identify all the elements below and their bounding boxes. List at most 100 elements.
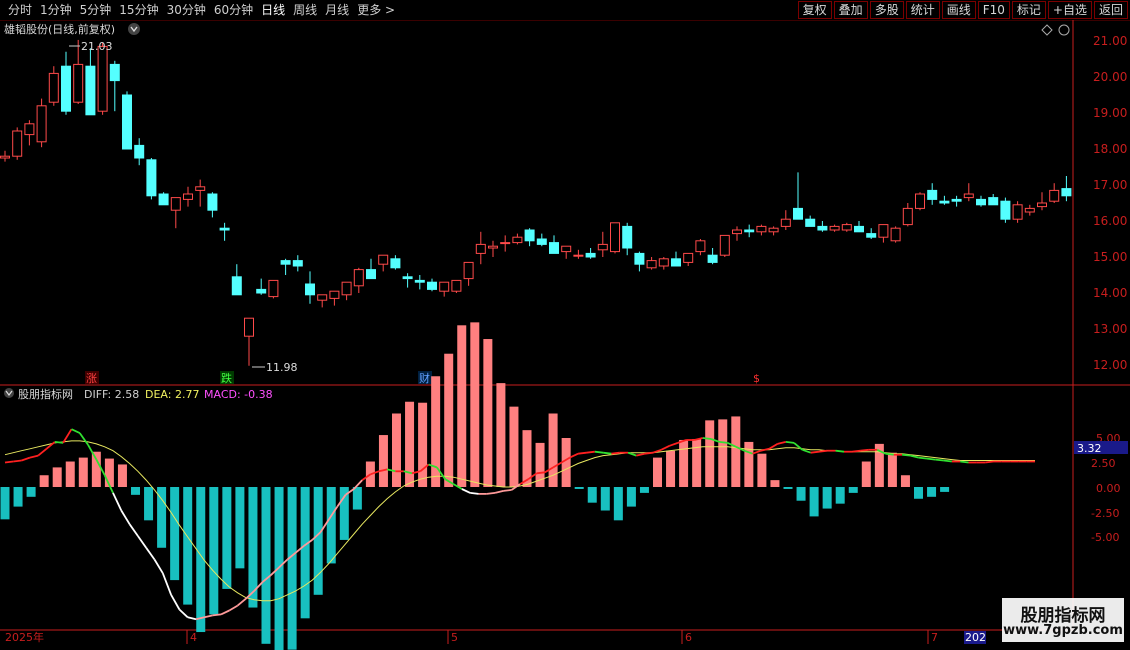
chevron-down-icon[interactable] xyxy=(128,23,140,35)
macd-bar xyxy=(927,487,937,497)
event-marker-fall[interactable]: 跌 xyxy=(220,371,234,385)
diff-line-segment xyxy=(835,449,845,453)
candle-body xyxy=(451,279,462,292)
diff-line-segment xyxy=(669,442,679,447)
macd-bar xyxy=(339,487,349,540)
tab-15min[interactable]: 15分钟 xyxy=(115,2,162,18)
diff-line-segment xyxy=(137,535,147,549)
f10-button[interactable]: F10 xyxy=(977,1,1010,19)
candle-body xyxy=(134,144,145,159)
diff-line-segment xyxy=(470,492,479,495)
tab-5min[interactable]: 5分钟 xyxy=(76,2,116,18)
candle-body xyxy=(292,260,303,267)
diff-line-segment xyxy=(128,523,139,537)
diff-line-segment xyxy=(594,450,604,454)
macd-bar xyxy=(783,487,793,489)
candle-body xyxy=(634,252,645,265)
macd-bar xyxy=(914,487,923,499)
macd-bar xyxy=(91,451,101,487)
multi-stock-button[interactable]: 多股 xyxy=(869,1,904,19)
diff-line-segment xyxy=(536,471,546,475)
event-marker-finance[interactable]: 财 xyxy=(418,371,432,385)
macd-bar xyxy=(809,487,819,517)
macd-bar xyxy=(65,461,75,487)
tab-more[interactable]: 更多 > xyxy=(353,2,399,18)
candle-body xyxy=(219,227,230,231)
price-tick: 13.00 xyxy=(1093,322,1127,336)
macd-bar xyxy=(718,419,728,487)
candle-body xyxy=(97,45,108,112)
macd-bar xyxy=(600,487,610,511)
time-tick: 5 xyxy=(451,631,458,644)
candle-body xyxy=(622,225,633,249)
draw-line-button[interactable]: 画线 xyxy=(941,1,976,19)
price-axis: 21.00 20.00 19.00 18.00 17.00 16.00 15.0… xyxy=(1093,34,1127,372)
candle-body xyxy=(1049,189,1060,202)
chevron-right-icon: > xyxy=(385,3,396,17)
overlay-button[interactable]: 叠加 xyxy=(833,1,868,19)
macd-bar xyxy=(13,487,23,507)
candle-body xyxy=(85,65,96,116)
macd-bar xyxy=(822,487,832,509)
candle-body xyxy=(683,252,694,263)
macd-bar xyxy=(117,464,127,487)
event-marker-rise[interactable]: 涨 xyxy=(85,371,99,385)
diff-line-segment xyxy=(719,441,728,444)
candle-body xyxy=(183,193,193,200)
back-button[interactable]: 返回 xyxy=(1093,1,1128,19)
candle-body xyxy=(585,252,596,258)
right-buttons: 复权 叠加 多股 统计 画线 F10 标记 +自选 返回 xyxy=(796,1,1128,19)
candle-body xyxy=(195,186,206,191)
candle-body xyxy=(512,236,523,244)
candle-body xyxy=(463,261,474,280)
macd-label: MACD: -0.38 xyxy=(204,388,273,401)
diff-line-segment xyxy=(486,492,496,495)
tab-1min[interactable]: 1分钟 xyxy=(36,2,76,18)
time-tick: 4 xyxy=(190,631,197,644)
macd-bar xyxy=(157,487,167,548)
macd-bar xyxy=(300,487,310,619)
diff-line-segment xyxy=(702,437,712,440)
candle-body xyxy=(244,317,254,337)
macd-bar xyxy=(418,402,428,487)
diff-line-segment xyxy=(37,448,48,457)
diff-line-segment xyxy=(4,460,14,464)
candle-body xyxy=(366,269,376,280)
event-marker-dollar[interactable]: $ xyxy=(753,372,760,385)
current-value-tag: 3.32 xyxy=(1074,441,1128,455)
macd-bar xyxy=(0,487,10,520)
tab-fenshi[interactable]: 分时 xyxy=(4,2,36,18)
statistics-button[interactable]: 统计 xyxy=(905,1,940,19)
diamond-icon[interactable] xyxy=(1041,24,1053,36)
macd-bar xyxy=(26,487,36,497)
diff-line-segment xyxy=(71,428,81,434)
tab-30min[interactable]: 30分钟 xyxy=(163,2,210,18)
collapse-icon[interactable] xyxy=(1058,24,1070,36)
toolbar: 分时 1分钟 5分钟 15分钟 30分钟 60分钟 日线 周线 月线 更多 > … xyxy=(0,0,1130,21)
diff-line-segment xyxy=(960,460,969,464)
diff-line-segment xyxy=(760,447,770,452)
candle-body xyxy=(1037,202,1047,208)
tab-monthly[interactable]: 月线 xyxy=(321,2,353,18)
candle-body xyxy=(475,243,486,254)
restore-rights-button[interactable]: 复权 xyxy=(797,1,832,19)
tab-daily[interactable]: 日线 xyxy=(257,2,289,18)
mark-button[interactable]: 标记 xyxy=(1011,1,1046,19)
macd-bar xyxy=(457,325,467,487)
kline-chart[interactable]: 雄韬股份(日线,前复权) 21.00 20.00 19.00 18.00 17.… xyxy=(0,20,1130,650)
add-watchlist-button[interactable]: +自选 xyxy=(1047,1,1092,19)
macd-bar xyxy=(861,461,871,487)
macd-histogram xyxy=(0,322,950,650)
macd-bar xyxy=(392,413,401,487)
high-label: 21.03 xyxy=(81,40,113,53)
macd-bar xyxy=(209,487,219,615)
indicator-name: 股朋指标网 xyxy=(18,387,73,401)
tab-60min[interactable]: 60分钟 xyxy=(210,2,257,18)
macd-bar xyxy=(835,487,845,504)
indicator-collapse-icon[interactable] xyxy=(4,388,14,398)
indicator-tick: -2.50 xyxy=(1091,507,1119,520)
candle-body xyxy=(829,225,840,231)
tab-weekly[interactable]: 周线 xyxy=(289,2,321,18)
candle-body xyxy=(927,189,938,200)
candle-body xyxy=(268,279,279,298)
